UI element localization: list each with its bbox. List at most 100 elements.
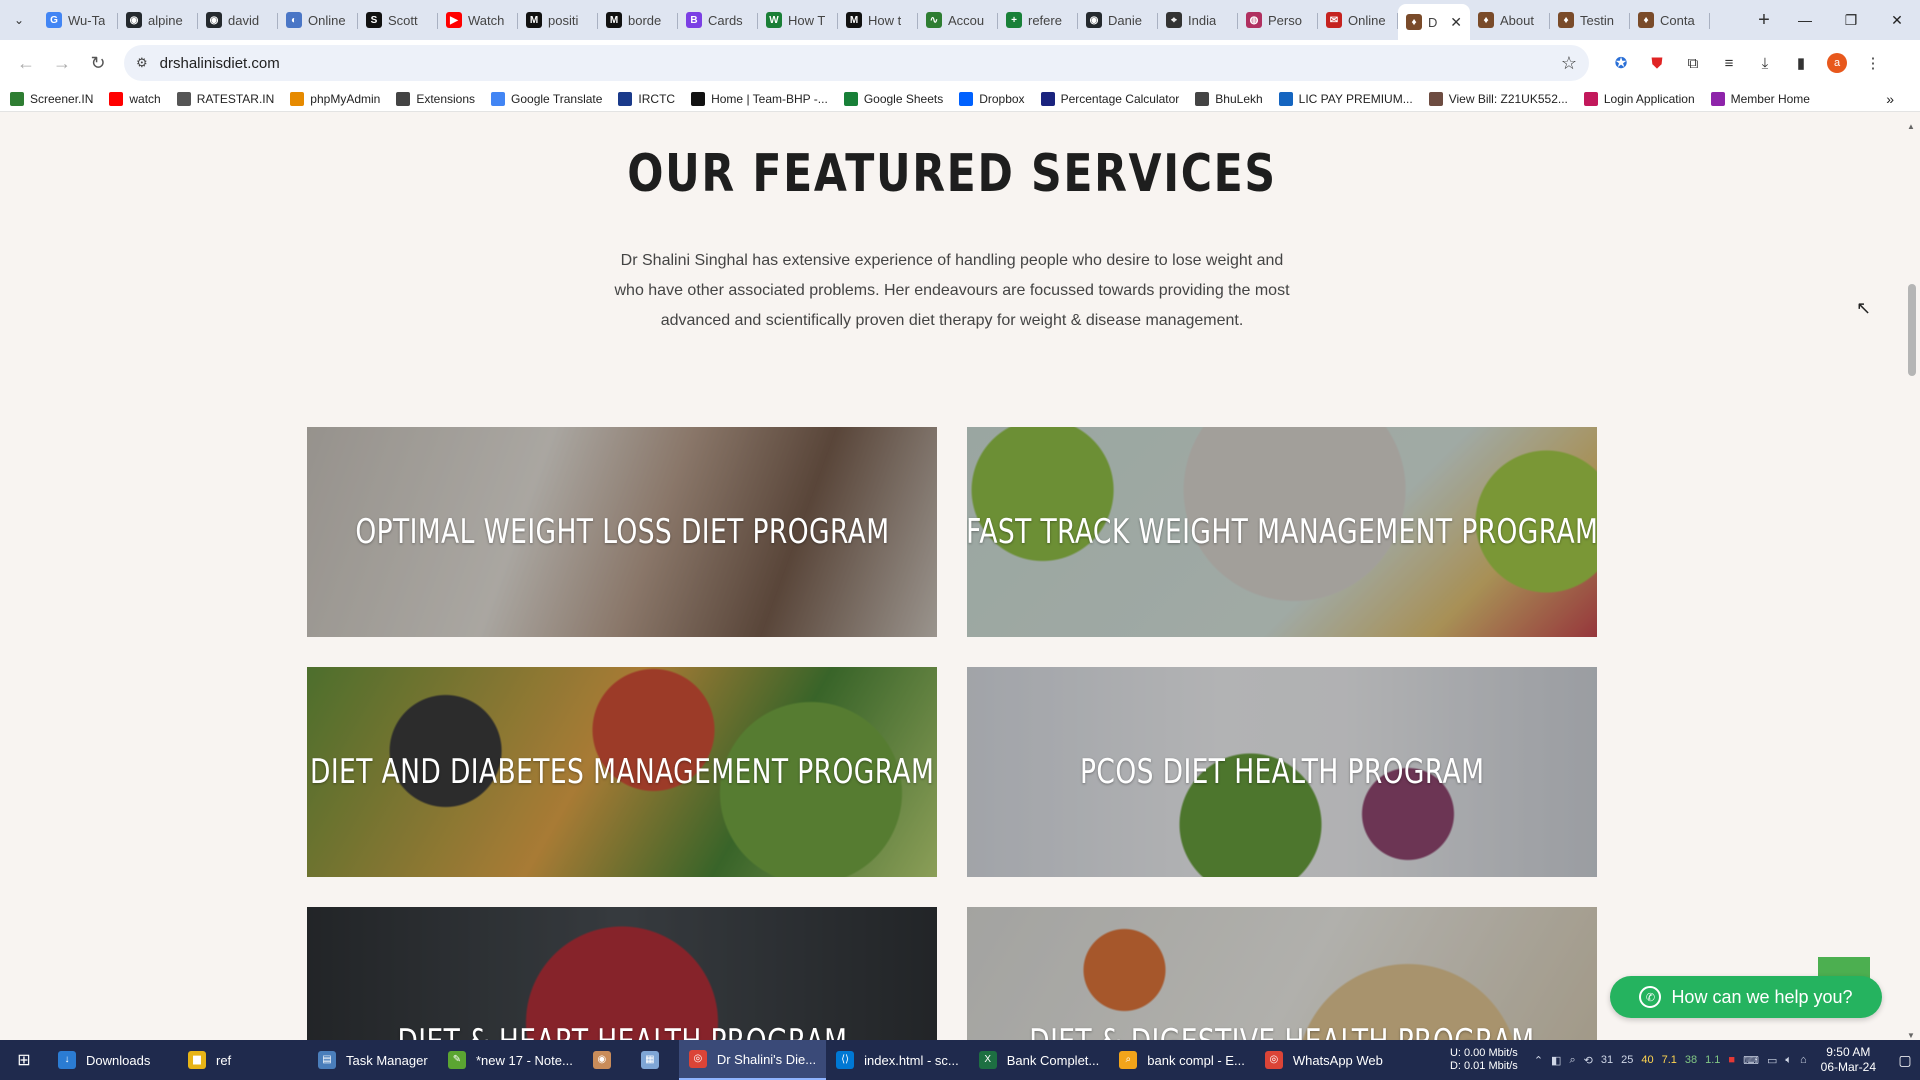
side-panel-icon[interactable]: ▮ — [1783, 45, 1819, 81]
taskbar-clock[interactable]: 9:50 AM 06-Mar-24 — [1821, 1045, 1876, 1075]
browser-tab[interactable]: + refere — [998, 4, 1078, 36]
restore-icon[interactable]: ❐ — [1828, 0, 1874, 40]
bookmark-item[interactable]: Google Sheets — [843, 91, 943, 106]
browser-tab[interactable]: W How T — [758, 4, 838, 36]
bookmark-item[interactable]: Extensions — [396, 91, 475, 106]
browser-tab[interactable]: B Cards — [678, 4, 758, 36]
browser-tab[interactable]: ♦ D ✕ — [1398, 4, 1470, 40]
service-card-weight-loss[interactable]: OPTIMAL WEIGHT LOSS DIET PROGRAM — [307, 427, 937, 637]
taskbar-item[interactable]: ↓ Downloads — [48, 1040, 178, 1080]
taskbar-item[interactable]: ◎ WhatsApp Web — [1255, 1040, 1393, 1080]
bookmark-item[interactable]: View Bill: Z21UK552... — [1428, 91, 1568, 106]
puzzle-icon[interactable]: ⧉ — [1675, 45, 1711, 81]
scroll-down-icon[interactable]: ▼ — [1907, 1031, 1915, 1040]
browser-tab[interactable]: ♦ Testin — [1550, 4, 1630, 36]
avatar[interactable]: a — [1827, 53, 1847, 73]
browser-tab[interactable]: Mpositi — [518, 4, 598, 36]
bookmark-item[interactable]: Login Application — [1583, 91, 1695, 106]
bookmark-item[interactable]: Dropbox — [959, 91, 1025, 106]
back-icon[interactable]: ← — [8, 45, 44, 81]
bookmark-item[interactable]: LIC PAY PREMIUM... — [1278, 91, 1413, 106]
language-icon[interactable]: ⌂ — [1800, 1054, 1807, 1066]
browser-tab[interactable]: ◉ alpine — [118, 4, 198, 36]
menu-icon[interactable]: ⋮ — [1855, 45, 1891, 81]
browser-tab[interactable]: ∿ Accou — [918, 4, 998, 36]
browser-tab[interactable]: ⌖ India — [1158, 4, 1238, 36]
browser-tab[interactable]: Mborde — [598, 4, 678, 36]
media-icon[interactable]: ≡ — [1711, 45, 1747, 81]
bookmark-item[interactable]: RATESTAR.IN — [176, 91, 274, 106]
tray-value[interactable]: 25 — [1621, 1054, 1633, 1066]
tray-search-icon[interactable]: ⌕ — [1569, 1054, 1575, 1067]
taskbar-item[interactable]: ✎ *new 17 - Note... — [438, 1040, 583, 1080]
address-bar[interactable]: ⚙ drshalinisdiet.com ☆ — [124, 45, 1589, 81]
tray-value[interactable]: 7.1 — [1662, 1054, 1677, 1066]
browser-tab[interactable]: ▶ Watch — [438, 4, 518, 36]
bookmark-favicon-icon — [1583, 91, 1598, 106]
close-tab-icon[interactable]: ✕ — [1450, 14, 1462, 31]
volume-icon[interactable]: 🔈︎ — [1785, 1054, 1792, 1067]
bookmark-star-icon[interactable]: ☆ — [1561, 53, 1577, 74]
browser-tab[interactable]: M How t — [838, 4, 918, 36]
browser-tab[interactable]: ◍ Perso — [1238, 4, 1318, 36]
tray-value[interactable]: 40 — [1641, 1054, 1653, 1066]
chevron-right-icon[interactable]: » — [1886, 91, 1894, 107]
tray-value[interactable]: 31 — [1601, 1054, 1613, 1066]
browser-tab[interactable]: ♦ Conta — [1630, 4, 1710, 36]
tray-app-icon[interactable]: ◧ — [1551, 1054, 1561, 1067]
windows-start-icon[interactable]: ⊞ — [0, 1040, 48, 1080]
bookmark-item[interactable]: Google Translate — [491, 91, 602, 106]
new-tab-button[interactable]: + — [1746, 9, 1782, 32]
bookmark-item[interactable]: Member Home — [1710, 91, 1810, 106]
browser-tab[interactable]: ◉ Danie — [1078, 4, 1158, 36]
tray-value[interactable]: 38 — [1685, 1054, 1697, 1066]
tab-search-icon[interactable]: ⌄ — [0, 0, 38, 40]
browser-tab[interactable]: ◐ Online — [278, 4, 358, 36]
bookmark-item[interactable]: Percentage Calculator — [1040, 91, 1179, 106]
service-card-pcos[interactable]: PCOS DIET HEALTH PROGRAM — [967, 667, 1597, 877]
tray-sync-icon[interactable]: ⟲ — [1584, 1054, 1593, 1067]
service-card-diabetes[interactable]: DIET AND DIABETES MANAGEMENT PROGRAM — [307, 667, 937, 877]
whatsapp-help-button[interactable]: ✆ How can we help you? — [1610, 976, 1882, 1018]
bookmark-item[interactable]: IRCTC — [618, 91, 675, 106]
taskbar-item[interactable]: ◉ — [583, 1040, 631, 1080]
bookmark-item[interactable]: Screener.IN — [10, 91, 93, 106]
network-icon[interactable]: ▭ — [1767, 1054, 1777, 1067]
keyboard-icon[interactable]: ⌨ — [1743, 1054, 1759, 1067]
scrollbar-thumb[interactable] — [1908, 284, 1916, 376]
bookmark-item[interactable]: BhuLekh — [1195, 91, 1263, 106]
browser-tab[interactable]: ◉ david — [198, 4, 278, 36]
notification-icon[interactable]: ▢ — [1890, 1052, 1920, 1069]
minimize-icon[interactable]: — — [1782, 0, 1828, 40]
browser-tab[interactable]: S Scott — [358, 4, 438, 36]
extension-icon[interactable]: ✪ — [1603, 45, 1639, 81]
bookmark-item[interactable]: watch — [109, 91, 161, 106]
page-scrollbar[interactable]: ▲ ▼ — [1904, 112, 1920, 1040]
shield-icon[interactable]: ⛊ — [1639, 45, 1675, 81]
tray-value[interactable]: 1.1 — [1705, 1054, 1720, 1066]
chevron-up-icon[interactable]: ⌃ — [1534, 1054, 1543, 1067]
taskbar-item[interactable]: ▦ — [631, 1040, 679, 1080]
forward-icon[interactable]: → — [44, 45, 80, 81]
site-info-icon[interactable]: ⚙ — [136, 55, 148, 71]
browser-tab[interactable]: G Wu-Ta — [38, 4, 118, 36]
taskbar-item[interactable]: ⌕ bank compl - E... — [1109, 1040, 1255, 1080]
antivirus-icon[interactable]: ■ — [1728, 1054, 1735, 1066]
reload-icon[interactable]: ↻ — [80, 45, 116, 81]
service-card-fast-track[interactable]: FAST TRACK WEIGHT MANAGEMENT PROGRAM — [967, 427, 1597, 637]
download-icon[interactable]: ⤓ — [1747, 45, 1783, 81]
bookmark-item[interactable]: phpMyAdmin — [290, 91, 380, 106]
service-card-digestive[interactable]: DIET & DIGESTIVE HEALTH PROGRAM — [967, 907, 1597, 1040]
service-card-heart[interactable]: DIET & HEART HEALTH PROGRAM — [307, 907, 937, 1040]
url-text[interactable]: drshalinisdiet.com — [160, 55, 280, 72]
bookmark-item[interactable]: Home | Team-BHP -... — [691, 91, 828, 106]
scroll-up-icon[interactable]: ▲ — [1907, 122, 1915, 131]
browser-tab[interactable]: ♦ About — [1470, 4, 1550, 36]
close-window-icon[interactable]: ✕ — [1874, 0, 1920, 40]
taskbar-item[interactable]: ▆ ref — [178, 1040, 308, 1080]
taskbar-item[interactable]: X Bank Complet... — [969, 1040, 1110, 1080]
taskbar-item[interactable]: ◎ Dr Shalini's Die... — [678, 1040, 827, 1080]
taskbar-item[interactable]: ▤ Task Manager — [308, 1040, 438, 1080]
taskbar-item[interactable]: ⟨⟩ index.html - sc... — [826, 1040, 969, 1080]
browser-tab[interactable]: ✉ Online — [1318, 4, 1398, 36]
